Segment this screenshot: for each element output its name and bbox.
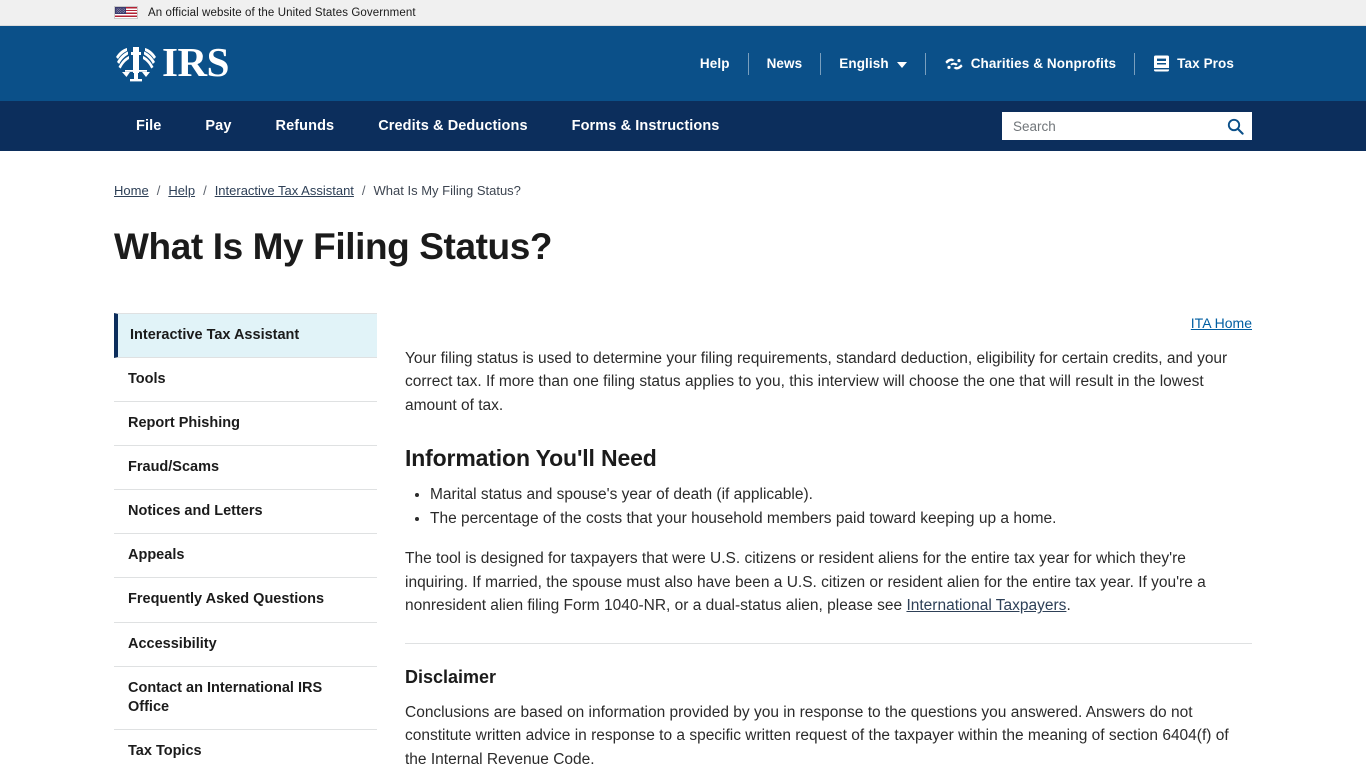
breadcrumb-item-current: What Is My Filing Status? — [373, 183, 521, 198]
search-input[interactable] — [1003, 113, 1219, 139]
nav-item-file[interactable]: File — [114, 117, 183, 135]
nav-link-refunds[interactable]: Refunds — [254, 118, 357, 134]
primary-navigation-bar: File Pay Refunds Credits & Deductions Fo… — [0, 101, 1366, 151]
disclaimer-paragraph: Conclusions are based on information pro… — [405, 703, 1229, 768]
book-icon — [1154, 55, 1170, 72]
util-nav-help-label: Help — [699, 56, 730, 71]
sidebar-item-contact-an-international-irs-office[interactable]: Contact an International IRS Office — [114, 667, 377, 730]
breadcrumb-item-help[interactable]: Help — [168, 183, 195, 198]
sidebar-item-fraud-scams[interactable]: Fraud/Scams — [114, 446, 377, 491]
nav-link-forms-instructions[interactable]: Forms & Instructions — [550, 118, 742, 134]
list-item: The percentage of the costs that your ho… — [430, 508, 1252, 531]
nav-link-file[interactable]: File — [114, 118, 183, 134]
util-nav-news-label: News — [766, 56, 803, 71]
handshake-icon — [945, 58, 963, 69]
breadcrumb-item-interactive-tax-assistant[interactable]: Interactive Tax Assistant — [215, 183, 354, 198]
breadcrumb: Home / Help / Interactive Tax Assistant … — [114, 183, 1366, 198]
usa-banner-text: An official website of the United States… — [148, 6, 416, 19]
sidebar-navigation: Interactive Tax Assistant Tools Report P… — [114, 312, 377, 768]
sidebar-item-accessibility[interactable]: Accessibility — [114, 623, 377, 667]
irs-logo-home-link[interactable]: IRS — [114, 42, 229, 86]
util-nav-language-selector[interactable]: English — [821, 56, 924, 71]
tool-eligibility-paragraph: The tool is designed for taxpayers that … — [405, 547, 1252, 618]
sidebar-item-report-phishing[interactable]: Report Phishing — [114, 402, 377, 447]
sidebar-item-tax-topics[interactable]: Tax Topics — [114, 730, 377, 768]
util-nav-charities-label: Charities & Nonprofits — [970, 56, 1117, 71]
nav-item-credits-deductions[interactable]: Credits & Deductions — [356, 117, 549, 135]
sidebar-item-frequently-asked-questions[interactable]: Frequently Asked Questions — [114, 578, 377, 623]
intro-paragraph: Your filing status is used to determine … — [405, 349, 1228, 414]
util-nav-charities-nonprofits[interactable]: Charities & Nonprofits — [926, 54, 1134, 74]
tool-note-text-part1: The tool is designed for taxpayers that … — [405, 550, 1206, 615]
util-nav-tax-pros[interactable]: Tax Pros — [1135, 54, 1252, 73]
main-content: ITA Home Your filing status is used to d… — [405, 313, 1252, 768]
breadcrumb-item-home[interactable]: Home — [114, 183, 149, 198]
nav-item-pay[interactable]: Pay — [183, 117, 253, 135]
irs-logo-wordmark: IRS — [162, 39, 229, 85]
usa-official-banner: An official website of the United States… — [0, 0, 1366, 26]
section-divider — [405, 642, 1252, 644]
page-title: What Is My Filing Status? — [114, 226, 553, 267]
breadcrumb-separator: / — [203, 183, 207, 198]
sidebar-item-notices-and-letters[interactable]: Notices and Letters — [114, 490, 377, 535]
ita-home-link[interactable]: ITA Home — [1191, 315, 1252, 331]
primary-nav-list: File Pay Refunds Credits & Deductions Fo… — [114, 117, 741, 135]
utility-navigation: Help News English Charities & Nonprofits — [682, 26, 1252, 101]
site-search[interactable] — [1002, 112, 1252, 140]
information-youll-need-list: Marital status and spouse's year of deat… — [405, 484, 1252, 531]
util-nav-tax-pros-label: Tax Pros — [1177, 56, 1234, 71]
util-nav-news[interactable]: News — [749, 56, 821, 71]
international-taxpayers-link[interactable]: International Taxpayers — [906, 597, 1066, 614]
breadcrumb-separator: / — [156, 183, 161, 198]
sidebar-item-tools[interactable]: Tools — [114, 358, 377, 402]
sidebar-item-appeals[interactable]: Appeals — [114, 534, 377, 579]
nav-item-refunds[interactable]: Refunds — [254, 117, 357, 135]
site-header: IRS Help News English Charities & Nonpro… — [0, 26, 1366, 101]
disclaimer-heading: Disclaimer — [405, 666, 497, 687]
chevron-down-icon — [896, 61, 907, 68]
ita-home-row: ITA Home — [405, 315, 1252, 333]
search-icon — [1227, 118, 1244, 135]
search-submit-button[interactable] — [1219, 113, 1251, 139]
nav-link-pay[interactable]: Pay — [183, 118, 253, 134]
nav-link-credits-deductions[interactable]: Credits & Deductions — [356, 118, 549, 134]
information-youll-need-heading: Information You'll Need — [405, 445, 657, 472]
util-nav-english-label: English — [839, 56, 889, 71]
tool-note-text-part2: . — [1066, 597, 1071, 615]
page-body: Interactive Tax Assistant Tools Report P… — [114, 312, 1252, 768]
breadcrumb-separator: / — [361, 183, 366, 198]
sidebar-item-interactive-tax-assistant[interactable]: Interactive Tax Assistant — [114, 312, 377, 358]
nav-item-forms-instructions[interactable]: Forms & Instructions — [550, 117, 742, 135]
us-flag-icon — [114, 6, 138, 19]
list-item: Marital status and spouse's year of deat… — [430, 484, 1252, 507]
irs-eagle-scales-emblem-icon — [116, 46, 156, 81]
util-nav-help[interactable]: Help — [682, 56, 748, 71]
